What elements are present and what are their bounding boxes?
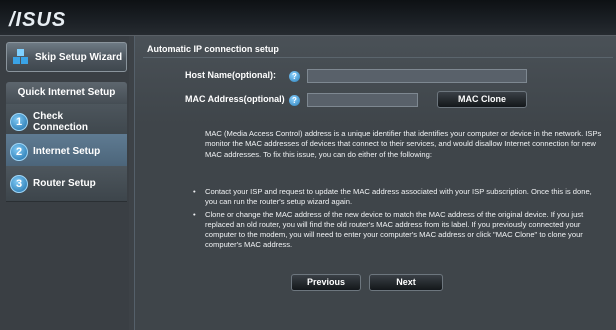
list-item: Contact your ISP and request to update t… bbox=[191, 187, 603, 208]
top-bar: /ISUS bbox=[0, 0, 616, 36]
sidebar: Skip Setup Wizard Quick Internet Setup 1… bbox=[0, 36, 129, 330]
list-item: Clone or change the MAC address of the n… bbox=[191, 210, 603, 251]
instruction-list: Contact your ISP and request to update t… bbox=[191, 187, 603, 253]
mac-description: MAC (Media Access Control) address is a … bbox=[205, 129, 602, 159]
network-icon bbox=[13, 49, 29, 65]
help-icon[interactable]: ? bbox=[289, 71, 300, 82]
host-name-input[interactable] bbox=[307, 69, 527, 83]
next-button[interactable]: Next bbox=[369, 274, 443, 291]
help-icon[interactable]: ? bbox=[289, 95, 300, 106]
mac-clone-button[interactable]: MAC Clone bbox=[437, 91, 527, 108]
step-internet-setup[interactable]: 2 Internet Setup bbox=[6, 134, 127, 170]
skip-setup-wizard-button[interactable]: Skip Setup Wizard bbox=[6, 42, 127, 72]
skip-setup-wizard-label: Skip Setup Wizard bbox=[35, 51, 123, 63]
mac-address-label: MAC Address(optional) bbox=[185, 94, 285, 104]
step-router-setup[interactable]: 3 Router Setup bbox=[6, 166, 127, 202]
step-number-icon: 1 bbox=[10, 112, 28, 131]
step-number-icon: 3 bbox=[10, 174, 28, 193]
mac-address-input[interactable] bbox=[307, 93, 418, 107]
main-panel: Automatic IP connection setup Host Name(… bbox=[134, 36, 616, 330]
step-label: Router Setup bbox=[33, 178, 96, 189]
step-label: Check Connection bbox=[33, 110, 88, 133]
step-label: Internet Setup bbox=[33, 146, 101, 157]
previous-button[interactable]: Previous bbox=[291, 274, 361, 291]
page-title: Automatic IP connection setup bbox=[147, 44, 279, 54]
step-number-icon: 2 bbox=[10, 142, 28, 161]
quick-internet-setup-header: Quick Internet Setup bbox=[6, 82, 127, 104]
title-divider bbox=[143, 57, 613, 58]
asus-logo: /ISUS bbox=[9, 9, 67, 31]
host-name-label: Host Name(optional): bbox=[185, 70, 276, 80]
